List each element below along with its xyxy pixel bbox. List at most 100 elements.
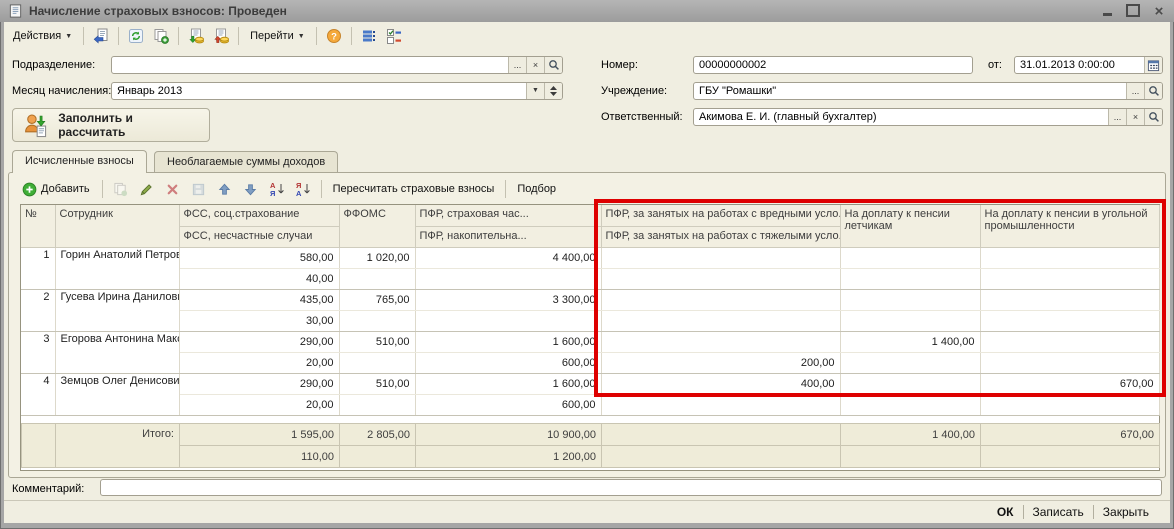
fss-amount[interactable]: 290,00 (179, 331, 340, 353)
pfr-heavy-amount[interactable] (601, 394, 841, 416)
pfr-heavy-amount[interactable] (601, 268, 841, 290)
institution-ellipsis-button[interactable]: ... (1126, 83, 1144, 99)
empty-cell[interactable] (339, 310, 416, 332)
pfr-heavy-amount[interactable]: 200,00 (601, 352, 841, 374)
col-header-fss[interactable]: ФСС, соц.страхование (179, 205, 340, 227)
fss-accidents-amount[interactable]: 20,00 (179, 352, 340, 374)
sort-ascending-button[interactable]: АЯ (266, 179, 288, 199)
save-button[interactable]: Записать (1024, 505, 1093, 519)
table-row[interactable]: 4 Земцов Олег Денисович 290,00 510,00 1 … (21, 373, 1160, 416)
goto-menu-button[interactable]: Перейти ▼ (245, 28, 310, 44)
fill-and-calculate-button[interactable]: Заполнить и рассчитать (12, 108, 210, 142)
date-calendar-button[interactable] (1144, 57, 1162, 73)
row-num[interactable]: 4 (21, 373, 56, 416)
col-header-coal[interactable]: На доплату к пенсии в угольной промышлен… (980, 205, 1160, 248)
number-field[interactable]: 00000000002 (693, 56, 973, 74)
list-settings-button[interactable] (358, 26, 380, 46)
responsible-field[interactable]: Акимова Е. И. (главный бухгалтер) ... × (693, 108, 1163, 126)
copy-document-button[interactable] (150, 26, 172, 46)
col-header-pfr-harmful[interactable]: ПФР, за занятых на работах с вредными ус… (601, 205, 841, 227)
table-row[interactable]: 1 Горин Анатолий Петрович 580,00 1 020,0… (21, 247, 1160, 290)
refresh-button[interactable] (125, 26, 147, 46)
pilots-amount[interactable] (840, 289, 981, 311)
responsible-value[interactable]: Акимова Е. И. (главный бухгалтер) (694, 109, 1108, 125)
institution-value[interactable]: ГБУ "Ромашки" (694, 83, 1126, 99)
coal-amount[interactable] (980, 331, 1160, 353)
row-num[interactable]: 1 (21, 247, 56, 290)
comment-value[interactable] (101, 480, 1161, 495)
pfr-harmful-amount[interactable]: 400,00 (601, 373, 841, 395)
date-field[interactable]: 31.01.2013 0:00:00 (1014, 56, 1163, 74)
table-row[interactable]: 3 Егорова Антонина Максимовна 290,00 510… (21, 331, 1160, 374)
contributions-grid[interactable]: № Сотрудник ФСС, соц.страхование ФФОМС П… (20, 204, 1160, 471)
department-ellipsis-button[interactable]: ... (508, 57, 526, 73)
comment-field[interactable] (100, 479, 1162, 496)
institution-lookup-button[interactable] (1144, 83, 1162, 99)
end-edit-button[interactable] (188, 179, 210, 199)
col-header-num[interactable]: № (21, 205, 56, 248)
department-clear-button[interactable]: × (526, 57, 544, 73)
move-up-button[interactable] (214, 179, 236, 199)
pilots-amount[interactable] (840, 247, 981, 269)
empty-cell[interactable] (840, 268, 981, 290)
pfr-harmful-amount[interactable] (601, 289, 841, 311)
unfill-document-button[interactable] (210, 26, 232, 46)
institution-field[interactable]: ГБУ "Ромашки" ... (693, 82, 1163, 100)
pilots-amount[interactable] (840, 373, 981, 395)
ffoms-amount[interactable]: 1 020,00 (339, 247, 416, 269)
employee-name[interactable]: Егорова Антонина Максимовна (55, 331, 180, 374)
add-row-button[interactable]: Добавить (17, 180, 95, 199)
pfr-accumulative-amount[interactable] (415, 268, 602, 290)
edit-row-button[interactable] (136, 179, 158, 199)
fss-amount[interactable]: 580,00 (179, 247, 340, 269)
col-header-pfr-heavy[interactable]: ПФР, за занятых на работах с тяжелыми ус… (601, 226, 841, 248)
pick-button[interactable]: Подбор (513, 181, 560, 197)
move-down-button[interactable] (240, 179, 262, 199)
pfr-insurance-amount[interactable]: 4 400,00 (415, 247, 602, 269)
empty-cell[interactable] (339, 394, 416, 416)
empty-cell[interactable] (840, 310, 981, 332)
table-row[interactable]: 40,00 (21, 268, 1160, 290)
close-form-button[interactable]: Закрыть (1094, 505, 1158, 519)
pfr-accumulative-amount[interactable]: 600,00 (415, 352, 602, 374)
responsible-ellipsis-button[interactable]: ... (1108, 109, 1126, 125)
row-num[interactable]: 3 (21, 331, 56, 374)
empty-cell[interactable] (980, 310, 1160, 332)
table-row[interactable]: 20,00 600,00 (21, 394, 1160, 416)
fss-accidents-amount[interactable]: 30,00 (179, 310, 340, 332)
pfr-accumulative-amount[interactable] (415, 310, 602, 332)
accrual-month-value[interactable]: Январь 2013 (112, 83, 526, 99)
pfr-insurance-amount[interactable]: 3 300,00 (415, 289, 602, 311)
coal-amount[interactable] (980, 247, 1160, 269)
delete-row-button[interactable] (162, 179, 184, 199)
accrual-month-spinner[interactable] (544, 83, 562, 99)
fill-document-button[interactable] (185, 26, 207, 46)
row-num[interactable]: 2 (21, 289, 56, 332)
number-value[interactable]: 00000000002 (694, 57, 972, 73)
pilots-amount[interactable]: 1 400,00 (840, 331, 981, 353)
ffoms-amount[interactable]: 510,00 (339, 373, 416, 395)
department-lookup-button[interactable] (544, 57, 562, 73)
tab-calculated-contributions[interactable]: Исчисленные взносы (12, 150, 147, 173)
empty-cell[interactable] (339, 352, 416, 374)
help-button[interactable]: ? (323, 26, 345, 46)
fss-amount[interactable]: 290,00 (179, 373, 340, 395)
employee-name[interactable]: Гусева Ирина Даниловна (55, 289, 180, 332)
table-row[interactable]: 30,00 (21, 310, 1160, 332)
pfr-accumulative-amount[interactable]: 600,00 (415, 394, 602, 416)
fss-amount[interactable]: 435,00 (179, 289, 340, 311)
department-value[interactable] (112, 57, 508, 73)
checkbox-settings-button[interactable] (383, 26, 405, 46)
col-header-fss-accidents[interactable]: ФСС, несчастные случаи (179, 226, 340, 248)
pfr-harmful-amount[interactable] (601, 247, 841, 269)
department-field[interactable]: ... × (111, 56, 563, 74)
sort-descending-button[interactable]: ЯА (292, 179, 314, 199)
ffoms-amount[interactable]: 765,00 (339, 289, 416, 311)
copy-row-button[interactable] (110, 179, 132, 199)
coal-amount[interactable] (980, 289, 1160, 311)
empty-cell[interactable] (980, 268, 1160, 290)
pfr-insurance-amount[interactable]: 1 600,00 (415, 331, 602, 353)
minimize-button[interactable] (1100, 4, 1114, 18)
col-header-employee[interactable]: Сотрудник (55, 205, 180, 248)
pfr-heavy-amount[interactable] (601, 310, 841, 332)
